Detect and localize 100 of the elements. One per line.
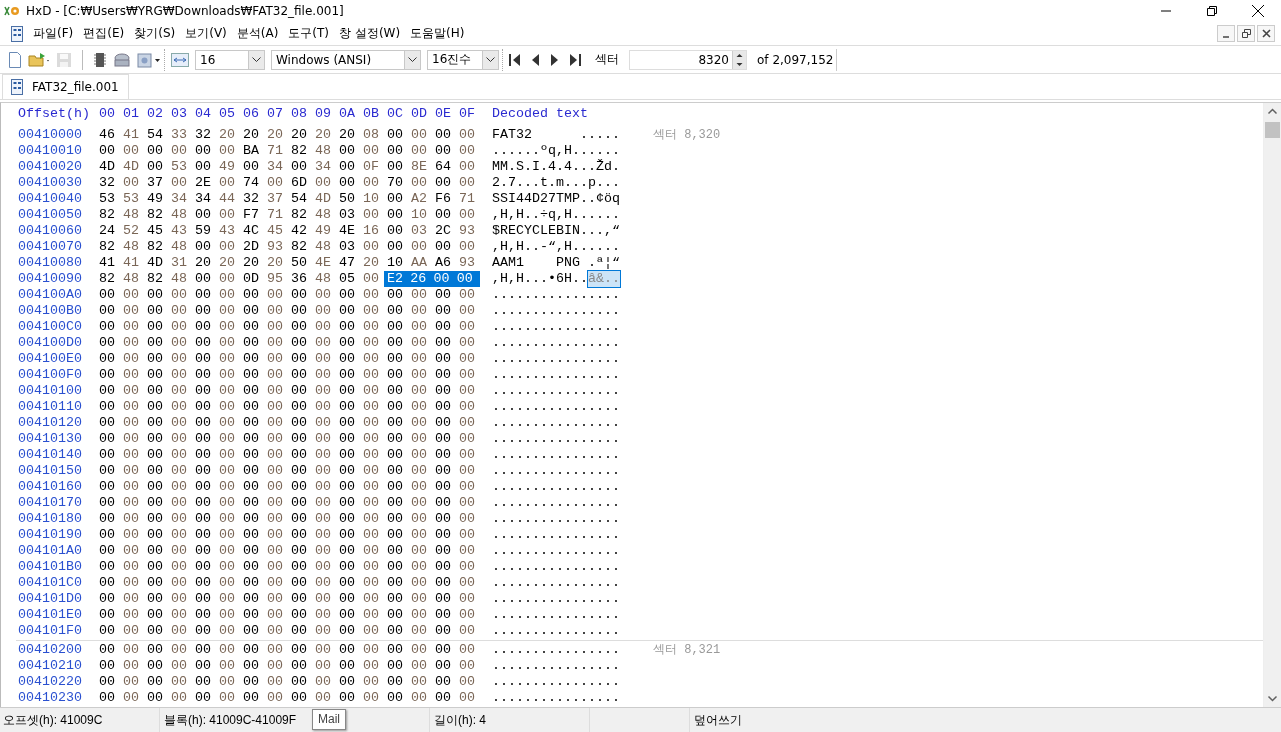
hex-byte: 00 [291,447,308,463]
hex-byte: 20 [267,127,284,143]
column-header: 07 [267,106,284,122]
hex-byte: 00 [123,287,140,303]
hex-byte: 20 [267,255,284,271]
offset-cell-text: 00410100 [17,383,83,399]
display-mode-dropdown[interactable]: 16진수 [427,49,499,70]
offset-cell-text: 004101E0 [17,607,83,623]
hex-byte: 00 [219,143,236,159]
hex-byte: 00 [411,351,428,367]
menu-item[interactable]: 분석(A) [231,25,284,42]
hex-byte: 00 [411,383,428,399]
hex-byte: 00 [459,607,476,623]
decoded-text: ,H,H...•6H.. [492,271,588,287]
vertical-scrollbar[interactable] [1263,103,1281,707]
hex-byte: 00 [195,207,212,223]
hex-byte: 00 [387,479,404,495]
last-sector-icon[interactable] [569,52,581,67]
hex-byte: 00 [243,690,260,706]
chip-icon[interactable] [93,51,107,68]
decoded-text: ................ [492,303,620,319]
hex-byte: 00 [411,607,428,623]
first-sector-icon[interactable] [509,52,521,67]
hex-byte: 4D [99,159,116,175]
disk-icon[interactable] [113,51,131,68]
hex-byte: 00 [123,479,140,495]
menu-item[interactable]: 도움말(H) [405,25,470,42]
hex-byte: 00 [411,495,428,511]
new-file-icon[interactable] [8,51,22,68]
hex-byte: 00 [219,495,236,511]
hex-byte: 00 [363,658,380,674]
menu-item[interactable]: 찾기(S) [129,25,181,42]
previous-sector-icon[interactable] [531,52,540,67]
hex-byte: 00 [411,690,428,706]
hex-byte: 00 [411,399,428,415]
hex-byte: 00 [435,674,452,690]
hex-byte: 00 [387,447,404,463]
hex-byte: 00 [315,463,332,479]
hex-byte: 00 [147,495,164,511]
column-header: 0A [339,106,356,122]
close-icon [1252,5,1264,17]
hex-byte: 00 [363,319,380,335]
hex-byte: 00 [411,447,428,463]
scroll-thumb[interactable] [1265,122,1280,138]
hex-byte: 00 [123,495,140,511]
hex-byte: 00 [315,511,332,527]
offset-cell-text: 00410040 [17,191,83,207]
menu-item[interactable]: 보기(V) [180,25,232,42]
hex-byte: 00 [123,527,140,543]
hex-byte: 00 [315,319,332,335]
hex-byte: 00 [99,383,116,399]
hex-byte: 48 [315,143,332,159]
file-tab[interactable]: FAT32_file.001 [2,74,129,99]
hex-byte: 00 [459,431,476,447]
column-header: 06 [243,106,260,122]
sector-input[interactable]: 8320 [629,49,747,70]
menu-item[interactable]: 도구(T) [283,25,335,42]
hex-byte: 00 [315,479,332,495]
hex-byte: 00 [195,271,212,287]
hex-byte: 00 [291,591,308,607]
menu-item[interactable]: 편집(E) [78,25,130,42]
restore-button[interactable] [1237,25,1255,42]
charset-dropdown[interactable]: Windows (ANSI) [271,49,421,70]
hex-byte: 00 [387,690,404,706]
menu-item[interactable]: 파일(F) [28,25,79,42]
close-button[interactable] [1257,25,1275,42]
hex-byte: 00 [435,543,452,559]
hex-byte: 48 [315,239,332,255]
hex-byte: 00 [171,143,188,159]
hex-byte: 00 [435,335,452,351]
hex-byte: 00 [195,239,212,255]
decoded-text: SSI44D27TMP..¢öq [492,191,620,207]
hex-byte: 00 [315,399,332,415]
hex-byte: 00 [219,447,236,463]
menu-item[interactable]: 창 설정(W) [334,25,406,42]
hex-byte: 00 [267,511,284,527]
hex-byte: 00 [435,690,452,706]
hex-byte: 8E [411,159,428,175]
next-sector-icon[interactable] [550,52,559,67]
hex-byte: 00 [195,463,212,479]
hex-byte: 82 [291,239,308,255]
hex-byte: 00 [171,303,188,319]
hex-byte: 00 [339,367,356,383]
minimize-button[interactable] [1217,25,1235,42]
hex-byte: 00 [171,431,188,447]
hex-byte: 00 [243,463,260,479]
offset-cell-text: 004101C0 [17,575,83,591]
decoded-text: AAM1 PNG .ª¦“ [492,255,620,271]
decoded-text: ................ [492,591,620,607]
hex-byte: 00 [219,527,236,543]
memory-icon[interactable] [137,51,161,68]
open-folder-icon[interactable] [28,51,50,68]
hex-byte: 00 [363,239,380,255]
hex-byte: 00 [459,415,476,431]
hex-byte: 00 [99,495,116,511]
hex-byte: 00 [411,642,428,658]
hex-byte: 82 [147,271,164,287]
hex-byte: 00 [147,287,164,303]
bytes-per-row-dropdown[interactable]: 16 [195,49,265,70]
hex-byte: 00 [411,527,428,543]
